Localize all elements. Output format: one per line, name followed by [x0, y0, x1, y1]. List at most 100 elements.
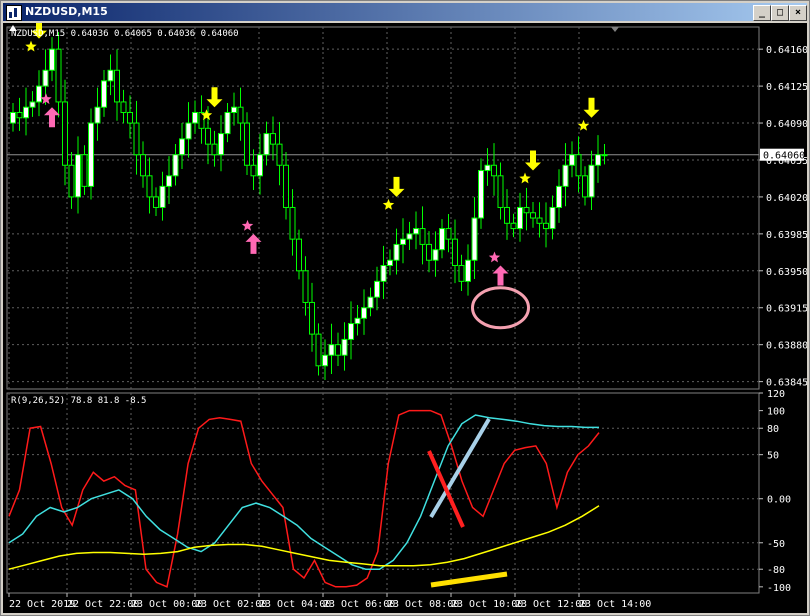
candle-body [146, 175, 153, 198]
candle-body [419, 228, 426, 245]
candle-body [458, 265, 465, 282]
candle-body [393, 243, 400, 261]
candle-body [140, 154, 146, 177]
candle-body [536, 217, 543, 224]
markup-underline-stroke [430, 571, 508, 588]
candle-body [374, 280, 380, 298]
candle-body [205, 127, 211, 145]
price-tick-label: 0.63880 [766, 341, 807, 352]
candle-body [283, 164, 289, 208]
time-tick-label: 22 Oct 22:00 [67, 599, 139, 610]
indicator-tick-label: 50 [767, 451, 779, 462]
time-tick-label: 23 Oct 04:00 [259, 599, 331, 610]
candle-body [94, 106, 101, 124]
candle-body [166, 175, 172, 187]
candle-body [400, 238, 406, 245]
candle-body [23, 106, 29, 119]
candle-body [491, 164, 497, 177]
candle-body [81, 154, 88, 187]
price-tick-label: 0.63985 [766, 230, 807, 241]
sell-star-icon [577, 119, 590, 131]
candle-body [588, 164, 595, 198]
candle-body [309, 301, 315, 335]
candle-body [523, 206, 530, 214]
candle-body [250, 164, 257, 177]
chart-icon [6, 5, 22, 21]
candle-body [426, 243, 432, 261]
indicator-tick-label: -50 [767, 539, 785, 550]
candle-body [380, 265, 387, 282]
candle-body [101, 80, 107, 108]
candle-body [556, 185, 562, 208]
candle-body [172, 154, 179, 177]
time-tick-label: 23 Oct 02:00 [195, 599, 267, 610]
candle-body [478, 170, 484, 219]
candle-body [517, 206, 523, 230]
buy-star-icon [488, 251, 501, 263]
shift-marker-icon [611, 27, 619, 32]
candle-body [341, 338, 348, 356]
candle-body [244, 122, 250, 166]
candle-body [387, 259, 393, 267]
candle-body [42, 69, 49, 87]
close-button[interactable]: × [789, 5, 807, 21]
candle-body [361, 307, 367, 319]
maximize-button[interactable]: □ [771, 5, 789, 21]
candle-body [55, 48, 62, 103]
candle-body [257, 154, 263, 177]
candle-body [302, 270, 309, 303]
candle-body [88, 122, 94, 187]
candle-body [49, 48, 55, 71]
candle-body [231, 106, 237, 113]
candle-body [504, 206, 510, 224]
chart-canvas[interactable]: 0.641600.641250.640900.640550.640200.639… [3, 23, 807, 613]
chart-area[interactable]: 0.64160 0.64125 0.64090 0.64055 0.64020 0.639… [3, 23, 807, 613]
candle-body [471, 217, 478, 261]
candle-body [575, 154, 582, 177]
sell-star-icon [519, 172, 531, 184]
candle-body [432, 249, 439, 261]
candle-body [237, 106, 244, 124]
highlight-circle [471, 286, 530, 330]
candle-body [452, 238, 458, 267]
candle-body [413, 228, 419, 235]
indicator-tick-label: -80 [767, 565, 785, 576]
price-tick-label: 0.64160 [766, 45, 807, 56]
candle-body [595, 154, 601, 166]
candle-body [263, 133, 270, 156]
candle-body [497, 175, 504, 208]
time-tick-label: 22 Oct 2019 [9, 599, 75, 610]
candle-body [439, 228, 445, 251]
candle-body [120, 101, 127, 113]
candle-body [270, 133, 276, 145]
time-tick-label: 23 Oct 10:00 [451, 599, 523, 610]
candle-body [16, 111, 23, 119]
indicator-tick-label: -100 [767, 583, 791, 594]
candle-body [510, 222, 517, 230]
window-title: NZDUSD,M15 [25, 5, 108, 18]
candle-body [322, 354, 328, 367]
candle-body [62, 101, 68, 166]
window-titlebar[interactable]: NZDUSD,M15 _ □ × [3, 3, 807, 21]
candle-body [354, 317, 361, 325]
time-tick-label: 23 Oct 12:00 [515, 599, 587, 610]
sell-arrow-icon [388, 176, 405, 197]
candle-body [569, 154, 575, 166]
candle-body [289, 206, 296, 240]
candle-body [562, 164, 569, 187]
candle-body [328, 344, 335, 356]
buy-arrow-icon [44, 107, 60, 128]
candle-body [192, 111, 198, 124]
candle-body [218, 133, 224, 156]
price-header: NZDUSD,M15 0.64036 0.64065 0.64036 0.640… [11, 29, 239, 39]
candle-body [276, 143, 283, 166]
time-tick-label: 23 Oct 00:00 [131, 599, 203, 610]
candle-body [153, 196, 159, 208]
candle-body [406, 233, 413, 240]
price-tick-label: 0.63915 [766, 304, 807, 315]
candle-body [133, 122, 140, 156]
indicator-line [8, 414, 599, 570]
candle-body [179, 138, 185, 156]
minimize-button[interactable]: _ [753, 5, 771, 21]
indicator-line [8, 505, 600, 570]
